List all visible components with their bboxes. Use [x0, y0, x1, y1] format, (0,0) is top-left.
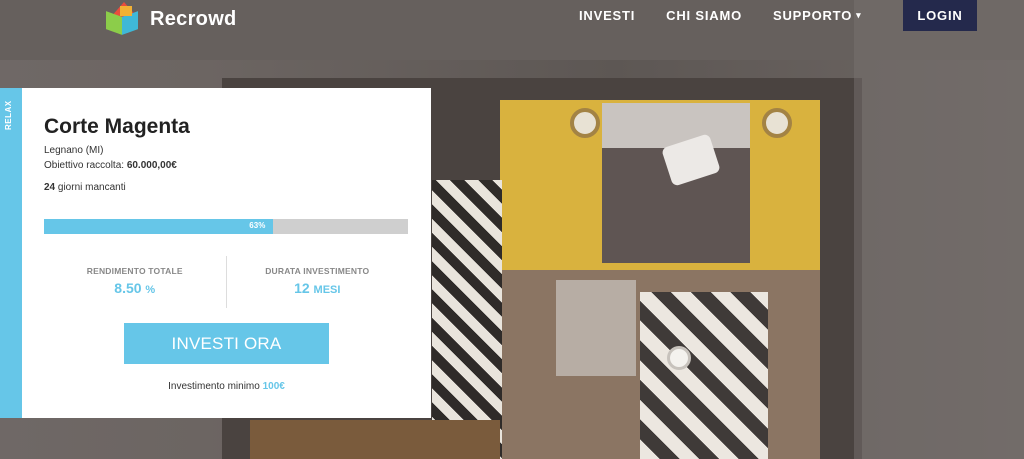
minimum-investment-label: Investimento minimo [168, 381, 263, 392]
invest-now-button[interactable]: INVESTI ORA [124, 323, 329, 364]
stat-return-value: 8.50 % [44, 280, 226, 296]
stat-duration-value: 12 MESI [227, 280, 409, 296]
funding-goal-label: Obiettivo raccolta: [44, 160, 127, 171]
days-remaining: 24 giorni mancanti [44, 182, 126, 193]
stat-duration-number: 12 [294, 280, 310, 296]
brand-name: Recrowd [150, 7, 237, 30]
stat-return-unit: % [145, 284, 156, 296]
funding-progress-bar: 63% [44, 219, 408, 234]
logo-icon [106, 2, 142, 36]
project-stats: RENDIMENTO TOTALE 8.50 % DURATA INVESTIM… [44, 256, 408, 308]
nav-item-supporto-label: SUPPORTO [772, 8, 853, 23]
funding-goal: Obiettivo raccolta: 60.000,00€ [44, 160, 177, 171]
nav-item-chi-siamo[interactable]: CHI SIAMO [666, 8, 742, 23]
days-remaining-value: 24 [44, 182, 56, 193]
stat-duration: DURATA INVESTIMENTO 12 MESI [225, 256, 409, 308]
stat-return: RENDIMENTO TOTALE 8.50 % [44, 256, 226, 308]
stat-duration-unit: MESI [313, 284, 341, 296]
stat-duration-label: DURATA INVESTIMENTO [265, 266, 370, 276]
brand-logo[interactable]: Recrowd [106, 2, 237, 36]
funding-progress-fill: 63% [44, 219, 274, 234]
top-header: Recrowd INVESTI CHI SIAMO SUPPORTO ▾ LOGI… [0, 0, 1024, 36]
chevron-down-icon: ▾ [856, 10, 862, 20]
category-strip: RELAX [0, 88, 22, 418]
minimum-investment: Investimento minimo 100€ [22, 381, 431, 392]
project-location: Legnano (MI) [44, 145, 104, 156]
days-remaining-label: giorni mancanti [55, 182, 126, 193]
stat-return-label: RENDIMENTO TOTALE [86, 266, 183, 276]
project-card: Corte Magenta Legnano (MI) Obiettivo rac… [22, 88, 431, 418]
category-tag: RELAX [4, 100, 13, 130]
nav-item-supporto[interactable]: SUPPORTO ▾ [773, 8, 861, 23]
login-button[interactable]: LOGIN [903, 0, 977, 31]
project-title[interactable]: Corte Magenta [44, 115, 190, 139]
stat-return-number: 8.50 [114, 280, 142, 296]
minimum-investment-value: 100€ [262, 381, 285, 392]
funding-progress-label: 63% [249, 221, 266, 230]
nav-item-investi[interactable]: INVESTI [579, 8, 635, 23]
main-nav: INVESTI CHI SIAMO SUPPORTO ▾ [579, 8, 861, 23]
funding-goal-value: 60.000,00€ [126, 160, 177, 171]
